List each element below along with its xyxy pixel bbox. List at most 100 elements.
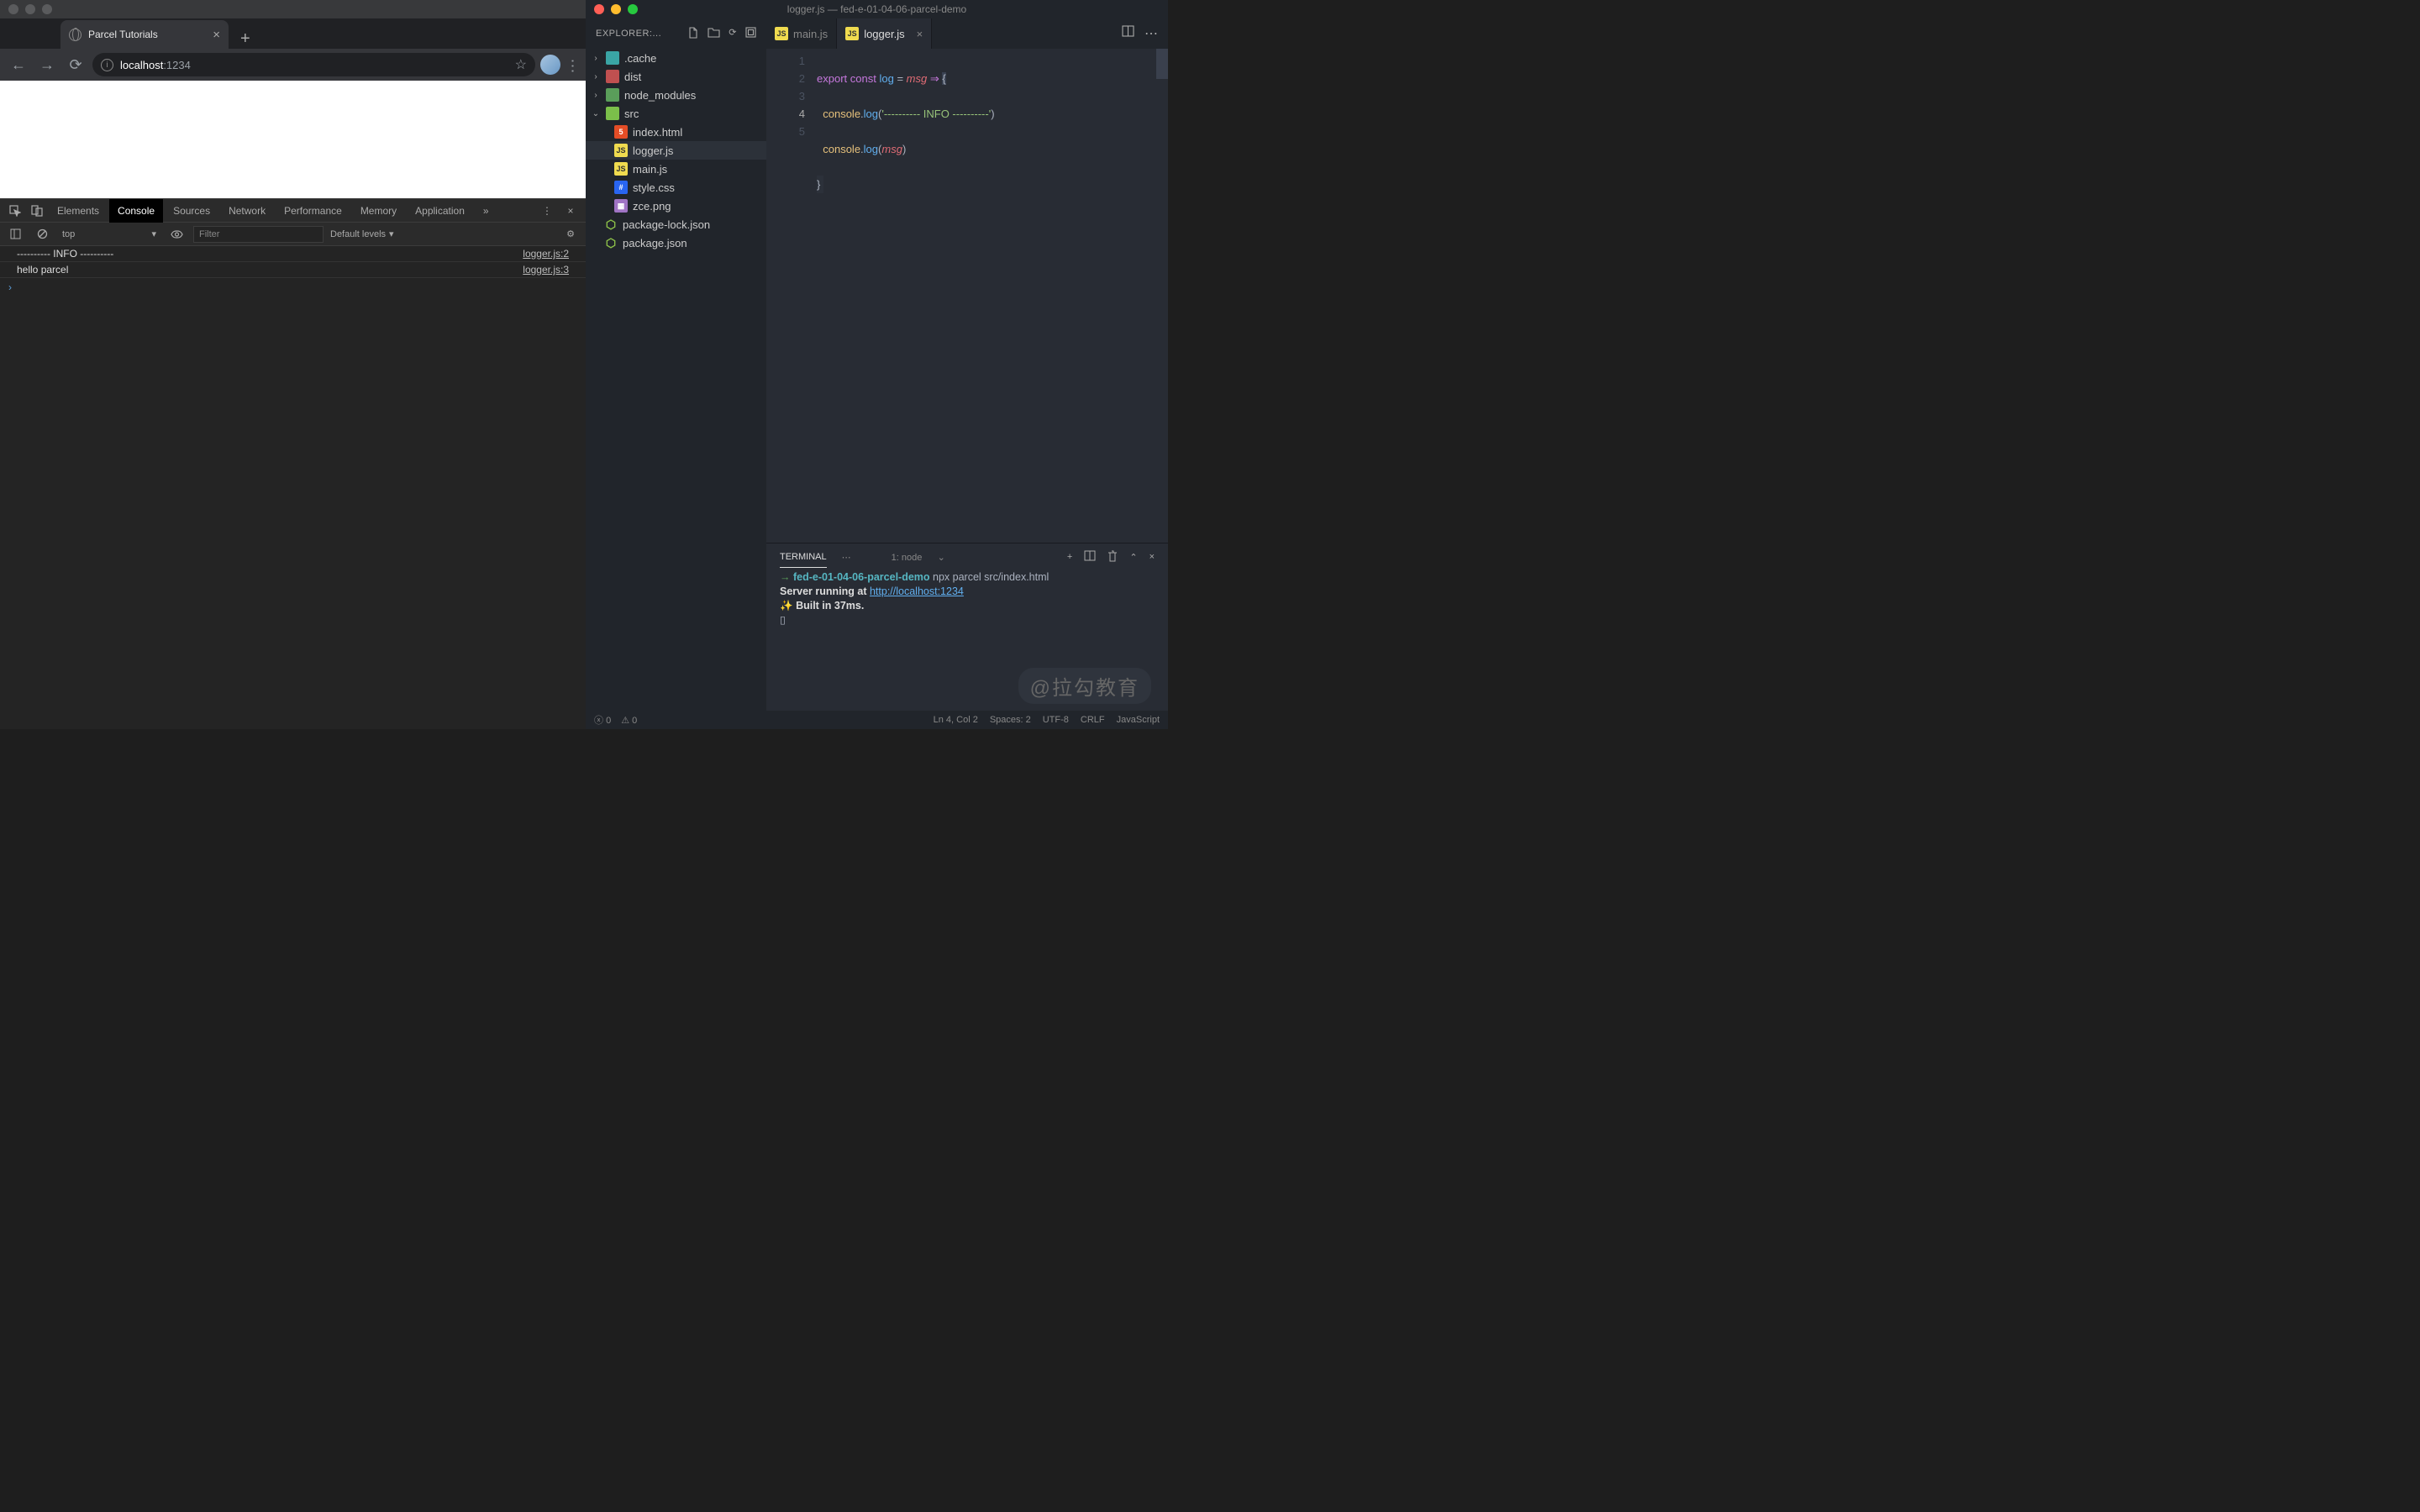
tree-folder-node-modules[interactable]: ›node_modules [586,86,766,104]
filter-input[interactable]: Filter [193,226,324,243]
console-src[interactable]: logger.js:2 [523,248,569,260]
tree-folder-dist[interactable]: ›dist [586,67,766,86]
browser-window: Parcel Tutorials × + ← → ⟳ i localhost:1… [0,0,586,729]
line-gutter: 12345 [766,49,817,543]
tree-file-index[interactable]: 5index.html [586,123,766,141]
url-port: :1234 [163,59,191,71]
traffic-min[interactable] [25,4,35,14]
tree-file-zce[interactable]: ▦zce.png [586,197,766,215]
json-icon: ⬡ [604,236,618,249]
chevron-up-icon[interactable]: ⌃ [1129,552,1137,563]
forward-button[interactable]: → [35,53,59,76]
bookmark-icon[interactable]: ☆ [515,56,527,73]
folder-icon [606,107,619,120]
live-expr-icon[interactable] [166,224,187,244]
tab-console[interactable]: Console [109,199,163,223]
tree-file-style[interactable]: #style.css [586,178,766,197]
inspect-icon[interactable] [5,201,25,221]
traffic-close[interactable] [8,4,18,14]
devtools-close-icon[interactable]: × [560,201,581,221]
terminal-tab[interactable]: TERMINAL [780,552,827,568]
context-select[interactable]: top▾ [59,228,160,239]
split-terminal-icon[interactable] [1084,550,1096,564]
address-bar: ← → ⟳ i localhost:1234 ☆ ⋯ [0,49,586,81]
js-icon: JS [775,27,788,40]
console-sidebar-icon[interactable] [5,224,25,244]
folder-icon [606,88,619,102]
new-folder-icon[interactable] [708,27,720,41]
tab-elements[interactable]: Elements [49,199,108,223]
info-icon[interactable]: i [101,59,113,71]
close-icon[interactable]: × [1150,552,1155,562]
console-prompt[interactable]: › [0,278,586,297]
status-warnings[interactable]: ⚠ 0 [621,715,637,726]
tree-folder-cache[interactable]: ›.cache [586,49,766,67]
devtools-panel: Elements Console Sources Network Perform… [0,198,586,729]
traffic-close[interactable] [594,4,604,14]
more-icon[interactable]: ⋯ [1144,25,1158,42]
tab-sources[interactable]: Sources [165,199,218,223]
browser-tabbar: Parcel Tutorials × + [0,18,586,49]
terminal-more-icon[interactable]: ⋯ [842,552,851,563]
status-enc[interactable]: UTF-8 [1043,715,1069,725]
tab-application[interactable]: Application [407,199,473,223]
console-row: hello parcel logger.js:3 [0,262,586,278]
reload-button[interactable]: ⟳ [64,53,87,76]
traffic-max[interactable] [628,4,638,14]
status-errors[interactable]: ⓧ 0 [594,713,611,727]
refresh-icon[interactable]: ⟳ [729,27,737,41]
status-pos[interactable]: Ln 4, Col 2 [934,715,978,725]
tree-file-logger[interactable]: JSlogger.js [586,141,766,160]
globe-icon [69,29,82,41]
tab-memory[interactable]: Memory [352,199,405,223]
new-tab-button[interactable]: + [229,29,262,49]
traffic-max[interactable] [42,4,52,14]
settings-icon[interactable]: ⚙ [560,224,581,244]
explorer-header: EXPLORER:... ⟳ [586,18,766,49]
vscode-titlebar: logger.js — fed-e-01-04-06-parcel-demo [586,0,1168,18]
devtools-tabs: Elements Console Sources Network Perform… [0,199,586,223]
back-button[interactable]: ← [7,53,30,76]
code-editor[interactable]: 12345 export const log = msg ⇒ { console… [766,49,1168,543]
tree-folder-src[interactable]: ⌄src [586,104,766,123]
editor-tab-logger[interactable]: JSlogger.js× [837,18,932,49]
menu-icon[interactable]: ⋯ [564,58,581,71]
console-output: ---------- INFO ---------- logger.js:2 h… [0,246,586,729]
console-row: ---------- INFO ---------- logger.js:2 [0,246,586,262]
devtools-menu-icon[interactable]: ⋮ [537,201,557,221]
browser-tab[interactable]: Parcel Tutorials × [60,20,229,49]
browser-titlebar [0,0,586,18]
tab-performance[interactable]: Performance [276,199,350,223]
clear-console-icon[interactable] [32,224,52,244]
status-eol[interactable]: CRLF [1081,715,1105,725]
explorer-panel: EXPLORER:... ⟳ ›.cache ›dist [586,18,766,711]
console-src[interactable]: logger.js:3 [523,264,569,276]
terminal-header: TERMINAL ⋯ 1: node ⌄ + ⌃ × [766,543,1168,570]
tree-file-pkglock[interactable]: ⬡package-lock.json [586,215,766,234]
new-terminal-icon[interactable]: + [1067,552,1072,562]
tree-file-main[interactable]: JSmain.js [586,160,766,178]
minimap[interactable] [1156,49,1168,79]
trash-icon[interactable] [1107,550,1118,564]
profile-avatar[interactable] [540,55,560,75]
console-toolbar: top▾ Filter Default levels▾ ⚙ [0,223,586,246]
close-icon[interactable]: × [213,28,220,42]
status-lang[interactable]: JavaScript [1117,715,1160,725]
split-editor-icon[interactable] [1122,25,1134,42]
traffic-min[interactable] [611,4,621,14]
levels-select[interactable]: Default levels▾ [330,228,394,239]
device-icon[interactable] [27,201,47,221]
editor-panel: JSmain.js JSlogger.js× ⋯ 12345 export co… [766,18,1168,711]
terminal-select[interactable]: 1: node ⌄ [892,552,945,563]
close-icon[interactable]: × [917,28,923,40]
collapse-icon[interactable] [745,27,756,41]
explorer-label: EXPLORER:... [596,29,661,39]
omnibox[interactable]: i localhost:1234 ☆ [92,53,535,76]
editor-tab-main[interactable]: JSmain.js [766,18,837,49]
file-tree: ›.cache ›dist ›node_modules ⌄src 5index.… [586,49,766,252]
tree-file-pkg[interactable]: ⬡package.json [586,234,766,252]
new-file-icon[interactable] [687,27,699,41]
status-spaces[interactable]: Spaces: 2 [990,715,1031,725]
tab-network[interactable]: Network [220,199,274,223]
tab-more[interactable]: » [475,199,497,223]
